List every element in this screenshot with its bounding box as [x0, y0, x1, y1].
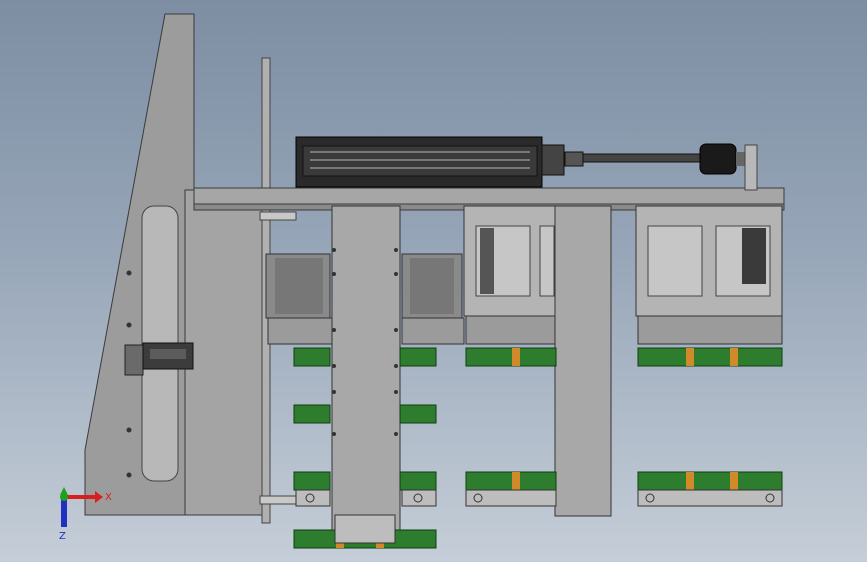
upper-guide-rod [259, 211, 297, 221]
coordinate-triad: X Z [59, 487, 112, 542]
left-side-plate [84, 13, 195, 516]
center-vertical-plate [331, 205, 401, 542]
triad-z-label: Z [59, 531, 66, 542]
middle-frame-box [463, 205, 559, 345]
bottom-carriage [334, 514, 396, 544]
cad-viewport[interactable]: X Z [0, 0, 867, 562]
right-frame-box [635, 205, 783, 345]
lower-guide-rod [259, 495, 297, 505]
top-horizontal-beam [193, 187, 785, 205]
triad-z-arrow [61, 497, 67, 527]
left-motor-module [265, 253, 333, 345]
right-upright-post [744, 144, 758, 191]
triad-origin [60, 493, 68, 501]
triad-x-label: X [105, 492, 112, 503]
triad-x-arrow [64, 491, 103, 503]
center-right-motor-module [401, 253, 465, 345]
vertical-mount-plate [184, 189, 266, 516]
center-right-vertical-plate [554, 205, 612, 517]
machine-assembly-model[interactable] [0, 0, 867, 562]
pneumatic-cylinder [295, 136, 750, 188]
